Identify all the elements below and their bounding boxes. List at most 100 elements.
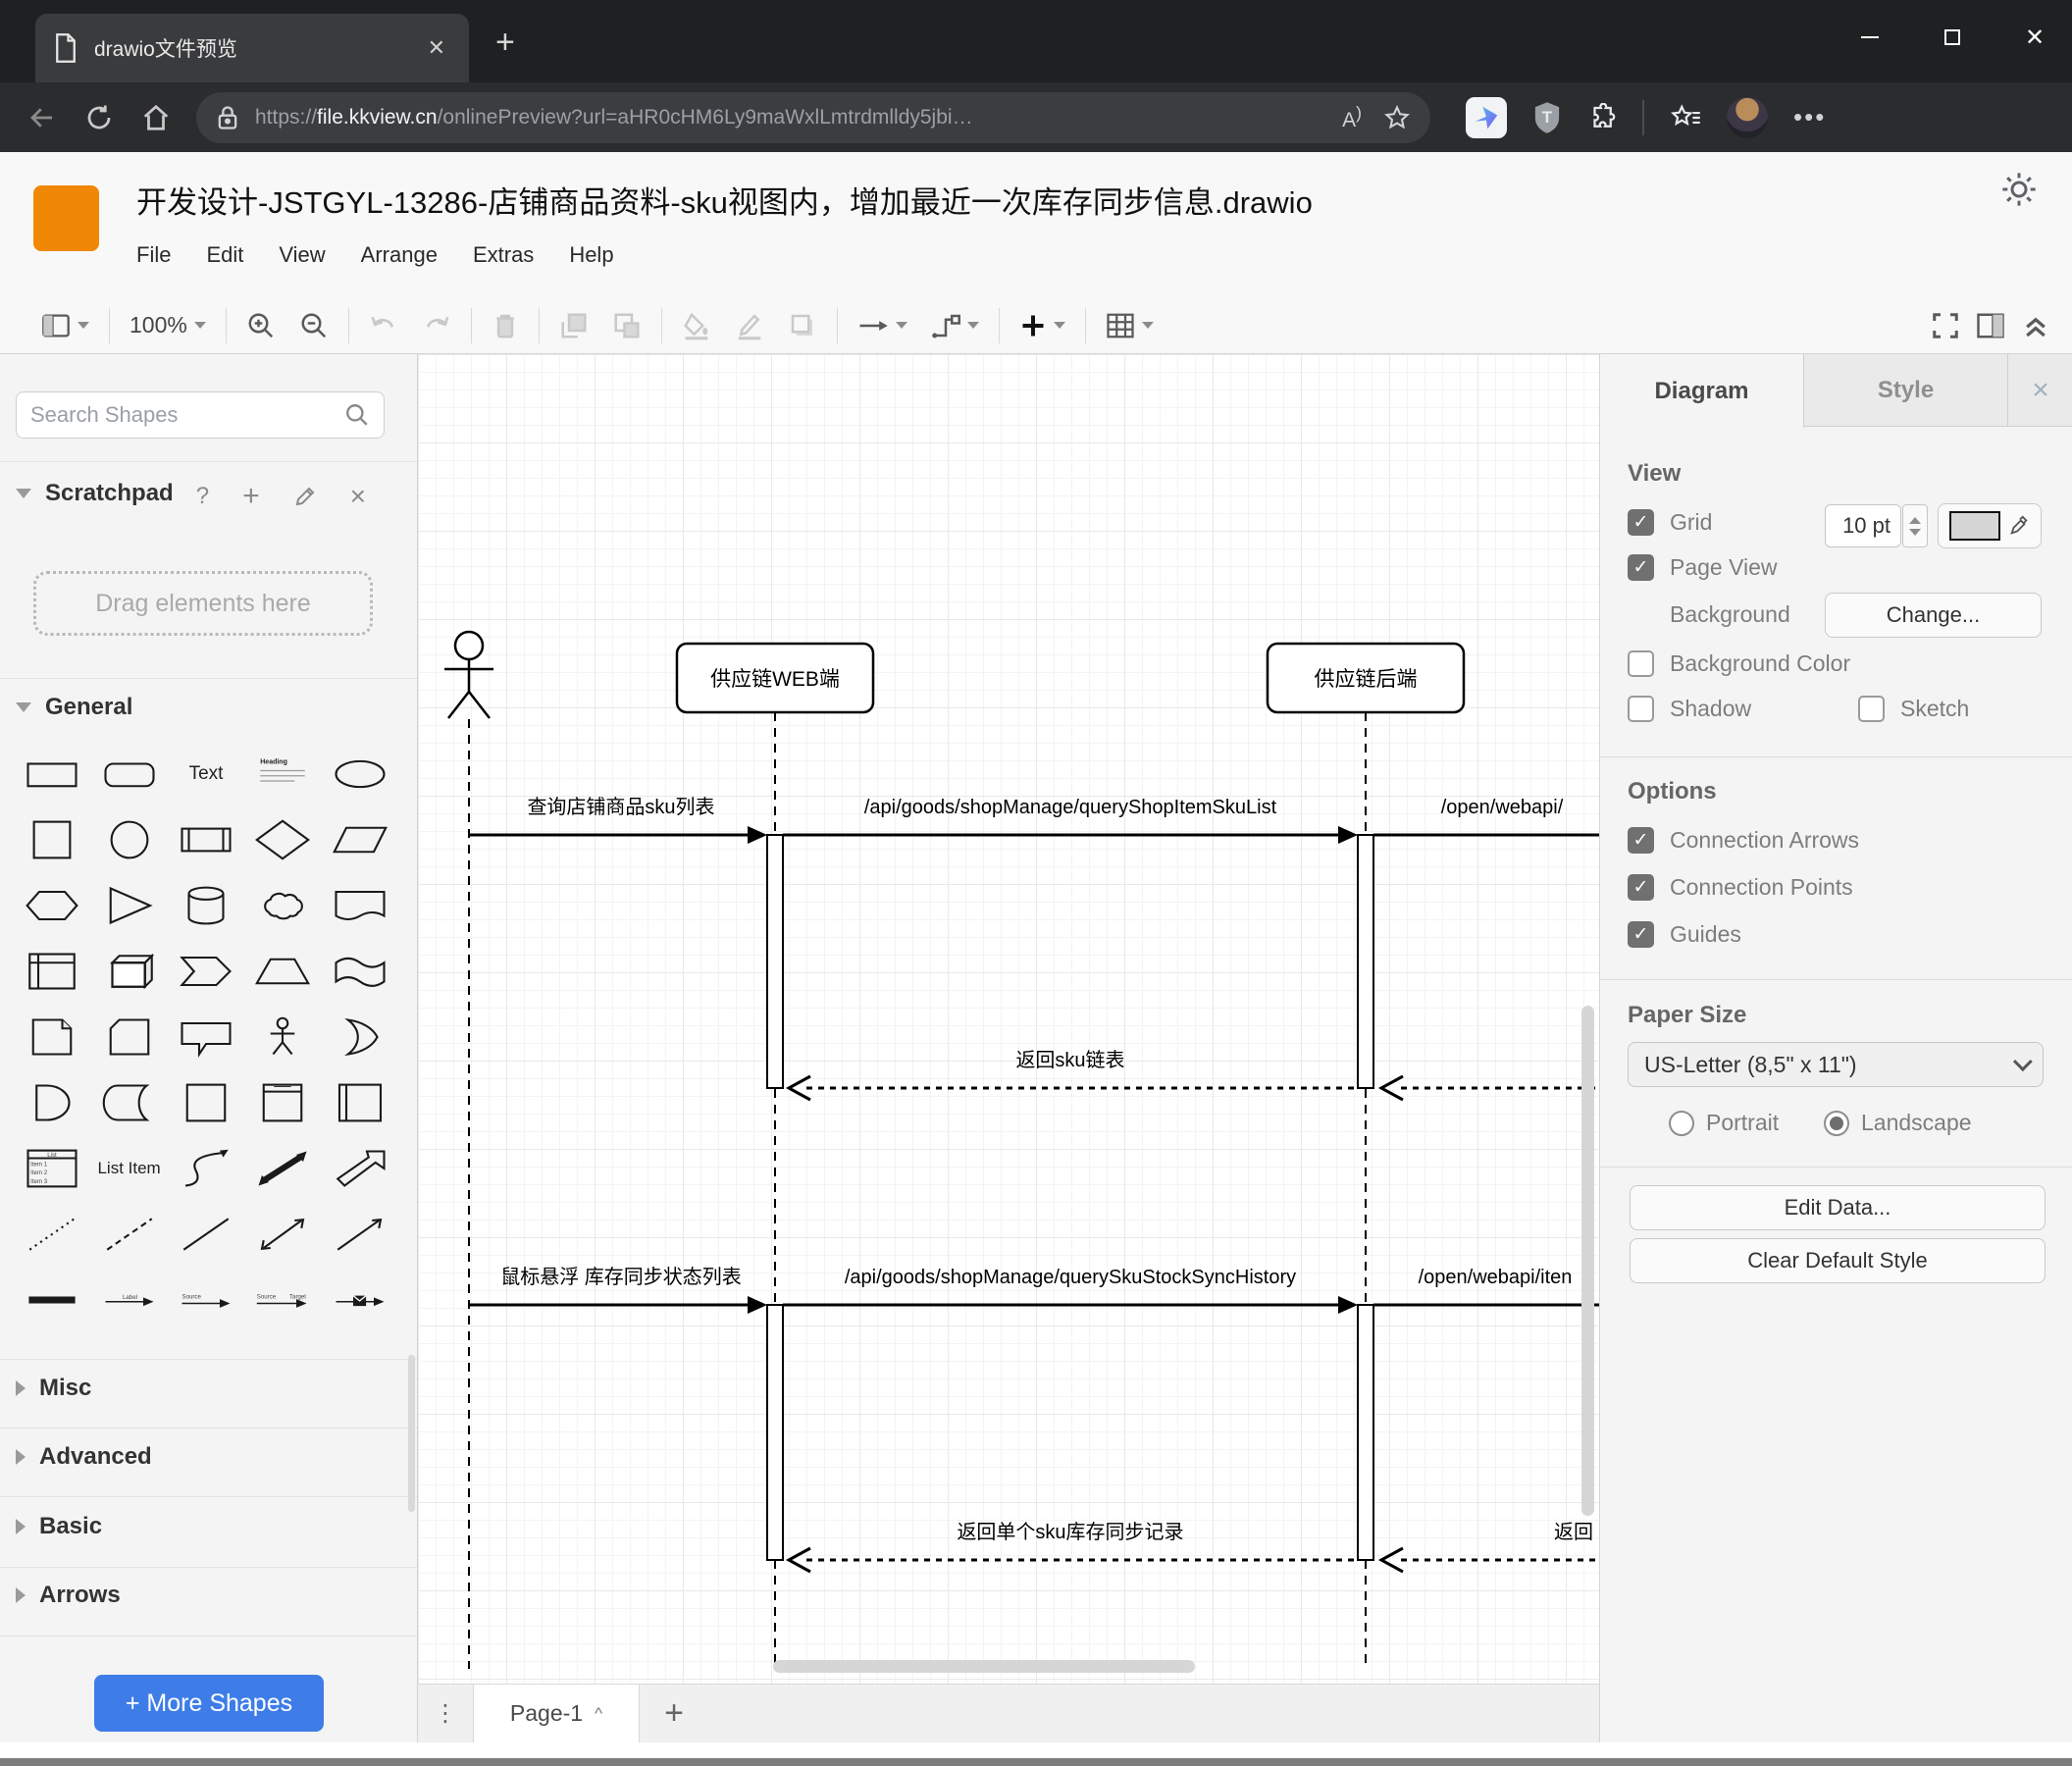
edit-data-button[interactable]: Edit Data... <box>1630 1185 2046 1230</box>
shape-process[interactable] <box>168 806 244 872</box>
section-general[interactable]: General <box>16 694 132 721</box>
browser-tab[interactable]: drawio文件预览 ✕ <box>35 14 469 82</box>
scratchpad-close-icon[interactable]: × <box>350 481 366 512</box>
shape-textbox[interactable]: Heading <box>244 741 321 806</box>
collapse-toolbar-icon[interactable] <box>2021 311 2050 340</box>
bird-extension-icon[interactable] <box>1466 96 1507 138</box>
shape-source-arrow[interactable]: Source <box>168 1267 244 1332</box>
fill-color-icon[interactable] <box>670 311 723 340</box>
activation-web-1[interactable] <box>766 834 784 1089</box>
paper-size-select[interactable]: US-Letter (8,5" x 11") <box>1628 1042 2044 1087</box>
shape-step[interactable] <box>168 938 244 1004</box>
shape-search-box[interactable] <box>16 391 385 439</box>
shape-triangle[interactable] <box>90 872 167 938</box>
section-misc[interactable]: Misc <box>16 1375 91 1402</box>
shape-list-item[interactable]: List Item <box>90 1135 167 1201</box>
add-page-button[interactable]: + <box>640 1685 708 1742</box>
shape-arrow-with-label[interactable]: Label <box>90 1267 167 1332</box>
message-api-queryShopItemSkuList[interactable]: /api/goods/shopManage/queryShopItemSkuLi… <box>783 797 1358 844</box>
shape-or[interactable] <box>322 1004 398 1069</box>
collections-star-icon[interactable] <box>1670 103 1701 132</box>
extensions-puzzle-icon[interactable] <box>1587 102 1617 132</box>
pages-menu-icon[interactable]: ⋮ <box>418 1685 473 1742</box>
browser-menu-icon[interactable]: ••• <box>1793 102 1826 132</box>
menu-help[interactable]: Help <box>569 242 613 268</box>
actor-figure[interactable] <box>444 630 493 719</box>
lifeline-box-web[interactable]: 供应链WEB端 <box>675 642 875 714</box>
refresh-icon[interactable] <box>84 103 114 132</box>
tab-diagram[interactable]: Diagram <box>1600 354 1804 428</box>
shape-link[interactable] <box>14 1267 90 1332</box>
canvas-horizontal-scrollbar[interactable] <box>773 1660 1195 1673</box>
window-close-button[interactable]: ✕ <box>2015 18 2054 57</box>
canvas-vertical-scrollbar[interactable] <box>1581 1006 1594 1516</box>
shape-actor[interactable] <box>244 1004 321 1069</box>
shape-trapezoid[interactable] <box>244 938 321 1004</box>
window-maximize-button[interactable] <box>1933 18 1972 57</box>
lock-icon[interactable] <box>216 104 239 131</box>
shape-internal-storage[interactable] <box>14 938 90 1004</box>
shape-note[interactable] <box>14 1004 90 1069</box>
menu-arrange[interactable]: Arrange <box>361 242 438 268</box>
insert-button[interactable] <box>1008 312 1077 339</box>
clear-default-style-button[interactable]: Clear Default Style <box>1630 1238 2046 1283</box>
to-front-icon[interactable] <box>547 311 600 340</box>
scratchpad-dropzone[interactable]: Drag elements here <box>33 571 373 636</box>
waypoint-style-button[interactable] <box>919 312 991 339</box>
grid-checkbox[interactable]: ✓ <box>1628 509 1654 536</box>
shape-document[interactable] <box>322 872 398 938</box>
landscape-radio-row[interactable]: Landscape <box>1824 1110 1972 1136</box>
scratchpad-add-icon[interactable]: + <box>242 480 260 513</box>
shape-dashed-line[interactable] <box>90 1201 167 1267</box>
menu-edit[interactable]: Edit <box>206 242 243 268</box>
panel-close-icon[interactable]: × <box>2008 354 2072 426</box>
scratchpad-edit-icon[interactable] <box>293 485 317 508</box>
sketch-checkbox[interactable] <box>1858 696 1885 722</box>
shape-rounded-rectangle[interactable] <box>90 741 167 806</box>
shape-horizontal-container[interactable] <box>322 1069 398 1135</box>
shape-connector-with-symbol[interactable] <box>322 1267 398 1332</box>
return-into-backend-1[interactable] <box>1377 1074 1599 1102</box>
shape-hexagon[interactable] <box>14 872 90 938</box>
home-icon[interactable] <box>141 103 171 132</box>
avatar[interactable] <box>1727 96 1768 138</box>
shape-block-arrow[interactable] <box>322 1135 398 1201</box>
search-input[interactable] <box>30 402 344 428</box>
lifeline-box-backend[interactable]: 供应链后端 <box>1266 642 1466 714</box>
window-minimize-button[interactable] <box>1850 18 1890 57</box>
shape-text[interactable]: Text <box>168 741 244 806</box>
shape-circle[interactable] <box>90 806 167 872</box>
return-sku-list[interactable]: 返回sku链表 <box>785 1049 1358 1102</box>
grid-color-button[interactable] <box>1938 503 2042 548</box>
shape-parallelogram[interactable] <box>322 806 398 872</box>
tab-style[interactable]: Style <box>1804 354 2008 426</box>
shape-container[interactable] <box>168 1069 244 1135</box>
theme-toggle-icon[interactable] <box>1999 170 2039 209</box>
scratchpad-header[interactable]: Scratchpad <box>16 480 174 507</box>
background-color-checkbox[interactable] <box>1628 650 1654 677</box>
shape-list[interactable]: List Item 1 Item 2 Item 3 <box>14 1135 90 1201</box>
menu-file[interactable]: File <box>136 242 171 268</box>
url-text[interactable]: https://file.kkview.cn/onlinePreview?url… <box>255 106 1342 130</box>
message-query-sku-list[interactable]: 查询店铺商品sku列表 <box>469 796 767 844</box>
shape-curve[interactable] <box>168 1135 244 1201</box>
shape-cube[interactable] <box>90 938 167 1004</box>
view-panels-button[interactable] <box>29 312 101 339</box>
shape-directional-connector[interactable] <box>322 1201 398 1267</box>
return-single-sku-sync-record[interactable]: 返回单个sku库存同步记录 <box>785 1521 1358 1574</box>
undo-icon[interactable] <box>357 311 410 340</box>
zoom-level-button[interactable]: 100% <box>118 312 218 338</box>
delete-icon[interactable] <box>480 311 531 340</box>
shape-rectangle[interactable] <box>14 741 90 806</box>
section-advanced[interactable]: Advanced <box>16 1443 152 1471</box>
zoom-out-icon[interactable] <box>287 311 340 340</box>
line-color-icon[interactable] <box>723 311 776 340</box>
favorite-star-icon[interactable] <box>1383 104 1411 131</box>
connection-points-checkbox[interactable]: ✓ <box>1628 874 1654 901</box>
page-tab[interactable]: Page-1 ^ <box>473 1685 640 1742</box>
shape-line[interactable] <box>168 1201 244 1267</box>
message-api-querySkuStockSyncHistory[interactable]: /api/goods/shopManage/querySkuStockSyncH… <box>783 1267 1358 1314</box>
shape-bidirectional-connector[interactable] <box>244 1201 321 1267</box>
more-shapes-button[interactable]: + More Shapes <box>94 1675 324 1732</box>
return-into-backend-2[interactable]: 返回 <box>1377 1521 1599 1574</box>
